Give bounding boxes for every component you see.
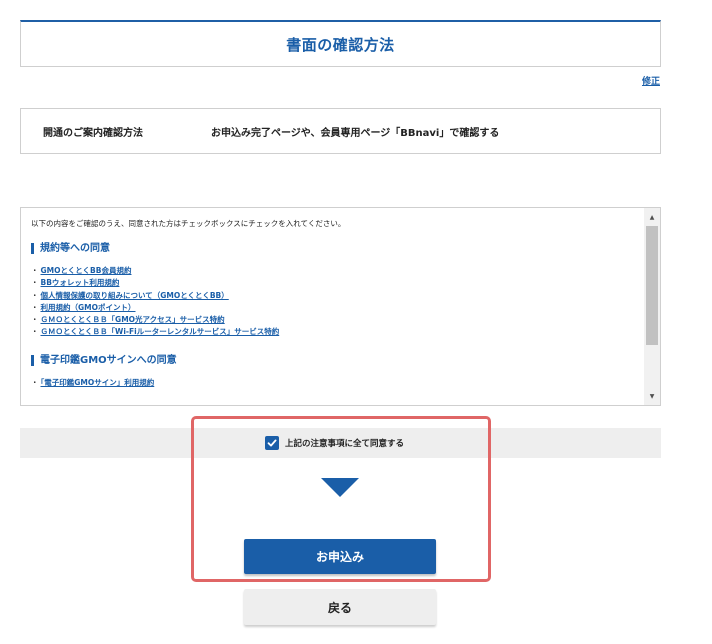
scrollbar[interactable]: ▲ ▼ [644,208,660,405]
terms-link-member[interactable]: GMOとくとくBB会員規約 [41,266,132,275]
agree-checkbox[interactable] [265,436,279,450]
list-item: ・ ＧＭＯとくとくＢＢ「GMO光アクセス」サービス特約 [31,315,225,325]
terms-link-points[interactable]: 利用規約（GMOポイント） [41,303,136,312]
list-item: ・「電子印鑑GMOサイン」利用規約 [31,377,155,387]
edit-link[interactable]: 修正 [642,74,660,87]
terms-link-privacy[interactable]: 個人情報保護の取り組みについて（GMOとくとくBB） [41,291,229,300]
section-header: 書面の確認方法 [20,20,661,67]
terms-list-gmo-sign: ・「電子印鑑GMOサイン」利用規約 [31,377,640,389]
terms-intro: 以下の内容をご確認のうえ、同意された方はチェックボックスにチェックを入れてくださ… [31,219,346,228]
terms-list-agreement: ・ GMOとくとくBB会員規約 ・ BBウォレット利用規約 ・個人情報保護の取り組み… [31,265,640,339]
agree-checkbox-row[interactable]: 上記の注意事項に全て同意する [265,436,404,450]
scroll-down-icon[interactable]: ▼ [644,389,660,403]
terms-link-wifi-router[interactable]: ＧＭＯとくとくＢＢ「Wi-Fiルーターレンタルサービス」サービス特約 [41,327,280,336]
terms-heading-agreement: 規約等への同意 [31,243,640,254]
confirmation-method-label: 開通のご案内確認方法 [43,127,143,139]
confirmation-method-value: お申込み完了ページや、会員専用ページ「BBnavi」で確認する [211,127,500,139]
scrollbar-thumb[interactable] [646,226,658,345]
terms-link-hikari[interactable]: ＧＭＯとくとくＢＢ「GMO光アクセス」サービス特約 [41,315,225,324]
agree-label: 上記の注意事項に全て同意する [285,439,405,449]
submit-button[interactable]: お申込み [244,539,436,574]
list-item: ・ GMOとくとくBB会員規約 [31,266,132,275]
terms-heading-gmo-sign: 電子印鑑GMOサインへの同意 [31,354,640,366]
confirmation-method-box: 開通のご案内確認方法 お申込み完了ページや、会員専用ページ「BBnavi」で確認… [20,108,661,154]
terms-scroll-box[interactable]: 以下の内容をご確認のうえ、同意された方はチェックボックスにチェックを入れてくださ… [20,207,661,406]
terms-link-gmo-sign[interactable]: 「電子印鑑GMOサイン」利用規約 [41,378,155,387]
arrow-down-icon [321,478,359,497]
list-item: ・利用規約（GMOポイント） [31,302,136,312]
scroll-up-icon[interactable]: ▲ [644,210,660,224]
checkmark-icon [267,439,277,447]
list-item: ・ BBウォレット利用規約 [31,278,120,288]
terms-content: 以下の内容をご確認のうえ、同意された方はチェックボックスにチェックを入れてくださ… [31,218,640,405]
page-title: 書面の確認方法 [286,35,395,54]
list-item: ・個人情報保護の取り組みについて（GMOとくとくBB） [31,290,229,300]
terms-link-wallet[interactable]: BBウォレット利用規約 [41,278,120,287]
list-item: ・ ＧＭＯとくとくＢＢ「Wi-Fiルーターレンタルサービス」サービス特約 [31,327,280,337]
back-button[interactable]: 戻る [244,589,436,625]
